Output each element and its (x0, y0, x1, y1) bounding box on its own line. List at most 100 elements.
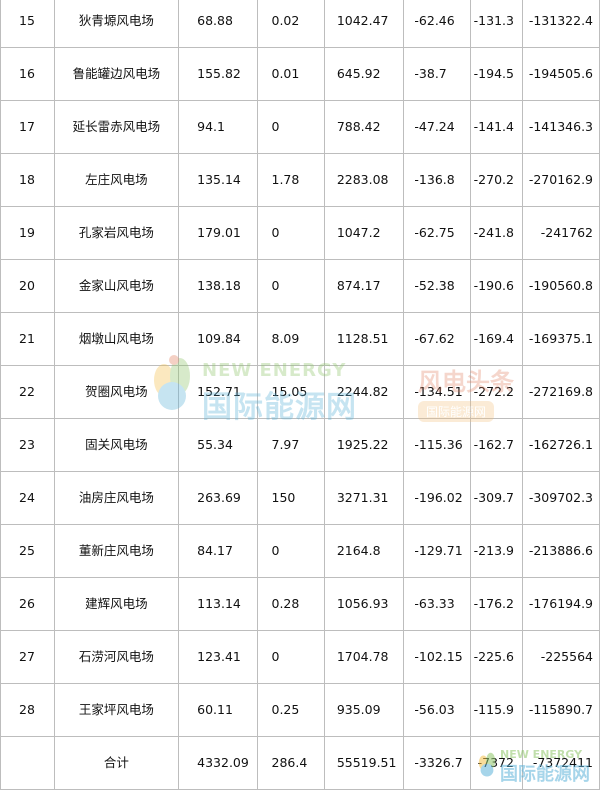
table-cell: 金家山风电场 (53, 259, 180, 313)
table-cell: -141.4 (469, 100, 523, 154)
table-cell: 0 (256, 524, 325, 578)
table-cell: 延长雷赤风电场 (53, 100, 180, 154)
table-cell: -270.2 (469, 153, 523, 207)
table-cell: -52.38 (403, 259, 471, 313)
table-cell: 0.28 (256, 577, 325, 631)
table-cell: 合计 (53, 736, 180, 790)
table-cell: 0 (256, 100, 325, 154)
table-cell: -141346.3 (521, 100, 600, 154)
table-cell: 788.42 (323, 100, 405, 154)
table-cell: -134.51 (403, 365, 471, 419)
table-cell: -309702.3 (521, 471, 600, 525)
table-cell: 狄青塬风电场 (53, 0, 180, 48)
table-cell: -225564 (521, 630, 600, 684)
table-cell: -115890.7 (521, 683, 600, 737)
table-cell: 135.14 (178, 153, 258, 207)
table-cell: 109.84 (178, 312, 258, 366)
table-cell: 1925.22 (323, 418, 405, 472)
table-cell: 2244.82 (323, 365, 405, 419)
table-cell: 84.17 (178, 524, 258, 578)
table-cell: 1056.93 (323, 577, 405, 631)
table-cell: 138.18 (178, 259, 258, 313)
table-cell: 王家坪风电场 (53, 683, 180, 737)
table-cell: -102.15 (403, 630, 471, 684)
table-cell: 16 (0, 47, 55, 101)
table-cell: 22 (0, 365, 55, 419)
table-cell: 27 (0, 630, 55, 684)
table-cell: 113.14 (178, 577, 258, 631)
table-cell: 18 (0, 153, 55, 207)
table-cell: 鲁能罐边风电场 (53, 47, 180, 101)
table-cell: 17 (0, 100, 55, 154)
table-cell: 7.97 (256, 418, 325, 472)
table-cell: -272.2 (469, 365, 523, 419)
table-cell: -241762 (521, 206, 600, 260)
table-cell: -67.62 (403, 312, 471, 366)
table-cell: 董新庄风电场 (53, 524, 180, 578)
table-cell: 20 (0, 259, 55, 313)
table-cell: 23 (0, 418, 55, 472)
table-cell: 1047.2 (323, 206, 405, 260)
table-cell: 3271.31 (323, 471, 405, 525)
table-cell: 0 (256, 206, 325, 260)
table-cell: -162726.1 (521, 418, 600, 472)
table-cell: -47.24 (403, 100, 471, 154)
table-cell: -63.33 (403, 577, 471, 631)
table-cell: -7372 (469, 736, 523, 790)
table-cell: -213.9 (469, 524, 523, 578)
table-cell: 263.69 (178, 471, 258, 525)
table-cell: -115.36 (403, 418, 471, 472)
table-cell: 2164.8 (323, 524, 405, 578)
table-cell: -38.7 (403, 47, 471, 101)
table-cell: 21 (0, 312, 55, 366)
table-cell: 935.09 (323, 683, 405, 737)
table-cell: -131322.4 (521, 0, 600, 48)
table-cell: 1042.47 (323, 0, 405, 48)
table-cell: 油房庄风电场 (53, 471, 180, 525)
table-cell: -115.9 (469, 683, 523, 737)
table-cell: -169.4 (469, 312, 523, 366)
table-cell: 123.41 (178, 630, 258, 684)
table-cell: -190.6 (469, 259, 523, 313)
table-cell: 150 (256, 471, 325, 525)
table-row: 18 左庄风电场 135.14 1.78 2283.08 -136.8 -270.2 -270… (0, 153, 600, 207)
table-cell: 孔家岩风电场 (53, 206, 180, 260)
table-cell: 94.1 (178, 100, 258, 154)
table-cell: -136.8 (403, 153, 471, 207)
table-cell: 645.92 (323, 47, 405, 101)
wind-farm-table: 15 狄青塬风电场 68.88 0.02 1042.47 -62.46 -131.3 -131… (0, 0, 600, 790)
table-cell: 0.25 (256, 683, 325, 737)
table-row: 23 固关风电场 55.34 7.97 1925.22 -115.36 -162.7 -162… (0, 418, 600, 472)
table-cell: 0 (256, 630, 325, 684)
table-cell: -194505.6 (521, 47, 600, 101)
table-cell: -225.6 (469, 630, 523, 684)
table-row: 27 石涝河风电场 123.41 0 1704.78 -102.15 -225.6 -2255… (0, 630, 600, 684)
table-cell: -169375.1 (521, 312, 600, 366)
table-cell: -190560.8 (521, 259, 600, 313)
table-cell: 25 (0, 524, 55, 578)
table-cell: 贺圈风电场 (53, 365, 180, 419)
table-cell: 152.71 (178, 365, 258, 419)
table-cell: 19 (0, 206, 55, 260)
table-row: 16 鲁能罐边风电场 155.82 0.01 645.92 -38.7 -194.5 -194… (0, 47, 600, 101)
table-cell: 建辉风电场 (53, 577, 180, 631)
table-cell: 179.01 (178, 206, 258, 260)
table-cell: -194.5 (469, 47, 523, 101)
table-cell: 55.34 (178, 418, 258, 472)
table-cell: -62.75 (403, 206, 471, 260)
table-cell: -176194.9 (521, 577, 600, 631)
table-row: 21 烟墩山风电场 109.84 8.09 1128.51 -67.62 -169.4 -16… (0, 312, 600, 366)
total-row: 合计 4332.09 286.4 55519.51 -3326.7 -7372 -73724… (0, 736, 600, 790)
table-cell: 8.09 (256, 312, 325, 366)
table-cell: -162.7 (469, 418, 523, 472)
table-cell: 28 (0, 683, 55, 737)
table-row: 19 孔家岩风电场 179.01 0 1047.2 -62.75 -241.8 -241762 (0, 206, 600, 260)
table-cell: 286.4 (256, 736, 325, 790)
table-cell: -196.02 (403, 471, 471, 525)
table-cell: 26 (0, 577, 55, 631)
table-cell: 1704.78 (323, 630, 405, 684)
table-cell: -241.8 (469, 206, 523, 260)
table-cell: 15 (0, 0, 55, 48)
table-cell: 55519.51 (323, 736, 405, 790)
table-cell: -56.03 (403, 683, 471, 737)
